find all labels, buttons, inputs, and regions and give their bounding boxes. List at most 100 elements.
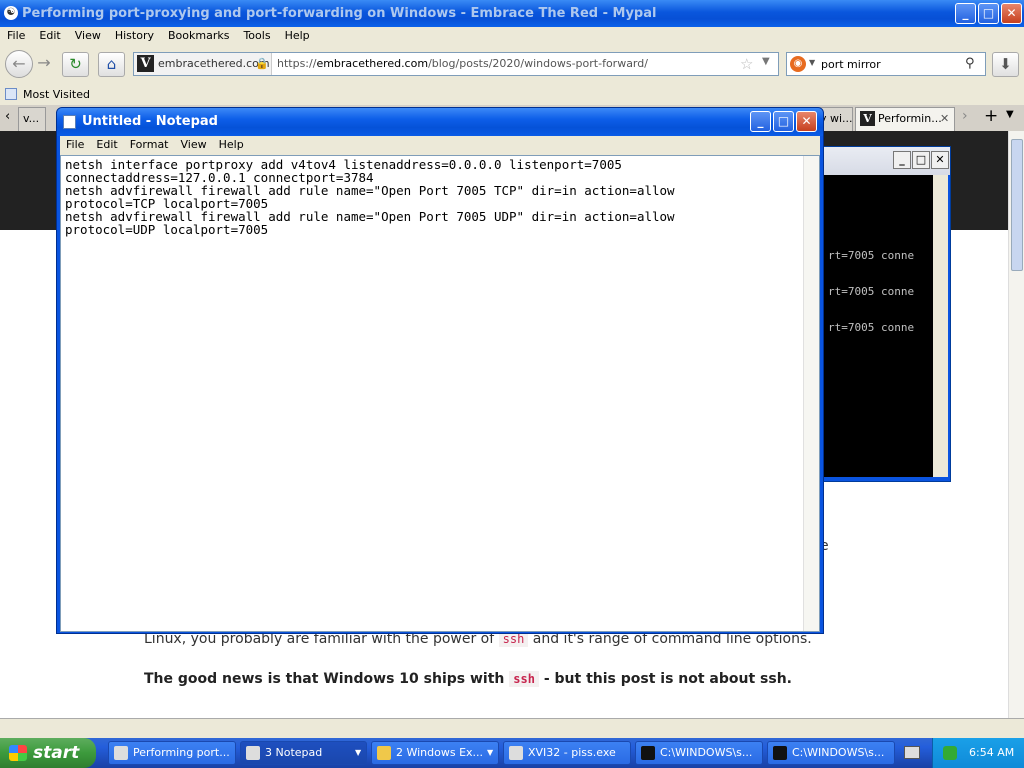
taskbar-item-cmd-1[interactable]: C:\WINDOWS\s... — [635, 741, 763, 765]
console-minimize-button[interactable]: _ — [893, 151, 911, 169]
group-dropdown-icon: ▼ — [355, 748, 362, 757]
tab-active-label: Performin... — [878, 112, 942, 125]
menu-view[interactable]: View — [68, 27, 108, 44]
site-identity-label: embracethered.com — [158, 57, 270, 70]
notepad-text-area[interactable]: netsh interface portproxy add v4tov4 lis… — [60, 155, 820, 632]
page-scroll-thumb[interactable] — [1011, 139, 1023, 271]
page-paragraph-2: The good news is that Windows 10 ships w… — [144, 671, 792, 687]
reload-icon[interactable]: ↻ — [62, 52, 89, 77]
bookmark-most-visited[interactable]: Most Visited — [23, 88, 90, 101]
clock[interactable]: 6:54 AM — [969, 746, 1014, 759]
console-output: rt=7005 conne rt=7005 conne rt=7005 conn… — [820, 175, 933, 477]
console-window[interactable]: _ □ ✕ rt=7005 conne rt=7005 conne rt=700… — [815, 146, 951, 482]
taskbar-item-label: C:\WINDOWS\s... — [660, 746, 753, 759]
menu-edit[interactable]: Edit — [32, 27, 67, 44]
cmd-task-icon — [641, 746, 655, 760]
notepad-menubar: File Edit Format View Help — [60, 136, 820, 155]
taskbar-item-label: Performing port... — [133, 746, 230, 759]
tab-scroll-right-icon[interactable]: › — [962, 108, 968, 124]
taskbar: start Performing port... 3 Notepad ▼ 2 Wi… — [0, 738, 1024, 768]
menu-help[interactable]: Help — [278, 27, 317, 44]
notepad-minimize-button[interactable]: _ — [750, 111, 771, 132]
tab-list-icon[interactable]: ▼ — [1006, 109, 1014, 120]
new-tab-icon[interactable]: + — [984, 106, 998, 126]
site-favicon-icon: V — [137, 55, 154, 72]
notepad-maximize-button[interactable]: □ — [773, 111, 794, 132]
notepad-scrollbar[interactable] — [803, 156, 819, 631]
group-dropdown-icon: ▼ — [487, 748, 494, 757]
menu-file[interactable]: File — [0, 27, 32, 44]
paragraph-2-text-end: - but this post is not about ssh. — [543, 671, 792, 687]
menu-history[interactable]: History — [108, 27, 161, 44]
console-line: rt=7005 conne — [828, 321, 915, 334]
console-scrollbar[interactable] — [933, 175, 948, 477]
most-visited-icon — [5, 88, 17, 100]
cmd-task-icon — [773, 746, 787, 760]
notepad-close-button[interactable]: ✕ — [796, 111, 817, 132]
url-path: /blog/posts/2020/windows-port-forward/ — [428, 57, 648, 70]
notepad-window[interactable]: Untitled - Notepad _ □ ✕ File Edit Format V… — [56, 107, 824, 634]
console-close-button[interactable]: ✕ — [931, 151, 949, 169]
navigation-toolbar: ← → ↻ ⌂ V embracethered.com 🔒 https://em… — [0, 46, 1024, 84]
url-dropdown-icon[interactable]: ▼ — [762, 56, 770, 67]
browser-menubar: File Edit View History Bookmarks Tools Help — [0, 27, 1024, 46]
home-icon[interactable]: ⌂ — [98, 52, 125, 77]
mypal-task-icon — [114, 746, 128, 760]
taskbar-item-label: 3 Notepad — [265, 746, 323, 759]
taskbar-item-xvi32[interactable]: XVI32 - piss.exe — [503, 741, 631, 765]
taskbar-item-notepad[interactable]: 3 Notepad ▼ — [240, 741, 367, 765]
notepad-icon — [63, 115, 76, 129]
bookmark-star-icon[interactable]: ☆ — [740, 55, 753, 73]
tab-active[interactable]: V Performin... ✕ — [855, 107, 955, 131]
system-tray: 6:54 AM — [932, 738, 1024, 768]
taskbar-item-label: 2 Windows Ex... — [396, 746, 484, 759]
back-arrow-icon[interactable]: ← — [5, 50, 33, 78]
mypal-app-icon: ☯ — [4, 6, 18, 20]
start-label: start — [33, 743, 80, 763]
notepad-menu-format[interactable]: Format — [124, 136, 175, 153]
start-button[interactable]: start — [0, 738, 96, 768]
notepad-menu-view[interactable]: View — [175, 136, 213, 153]
url-bar[interactable]: V embracethered.com 🔒 https://embracethe… — [133, 52, 779, 76]
tab-favicon-icon: V — [860, 111, 875, 126]
console-line: rt=7005 conne — [828, 285, 915, 298]
taskbar-item-explorer[interactable]: 2 Windows Ex... ▼ — [371, 741, 499, 765]
search-input[interactable] — [821, 55, 961, 73]
hex-editor-task-icon — [509, 746, 523, 760]
download-icon[interactable]: ⬇ — [992, 52, 1019, 77]
browser-maximize-button[interactable]: □ — [978, 3, 999, 24]
notepad-text-content[interactable]: netsh interface portproxy add v4tov4 lis… — [65, 158, 805, 236]
search-icon[interactable]: ⚲ — [965, 56, 975, 71]
taskbar-item-cmd-2[interactable]: C:\WINDOWS\s... — [767, 741, 895, 765]
site-identity-button[interactable]: V embracethered.com 🔒 — [134, 53, 272, 75]
search-engine-icon[interactable]: ◉ — [790, 56, 806, 72]
url-scheme: https:// — [277, 57, 317, 70]
notepad-menu-file[interactable]: File — [60, 136, 90, 153]
browser-minimize-button[interactable]: _ — [955, 3, 976, 24]
menu-bookmarks[interactable]: Bookmarks — [161, 27, 236, 44]
inline-code-ssh-2: ssh — [509, 671, 539, 687]
search-engine-dropdown-icon[interactable]: ▼ — [809, 58, 815, 67]
search-bar: ◉ ▼ ⚲ — [786, 52, 986, 76]
forward-arrow-icon[interactable]: → — [33, 50, 55, 78]
tab-scroll-left-icon[interactable]: ‹ — [5, 109, 10, 124]
console-maximize-button[interactable]: □ — [912, 151, 930, 169]
taskbar-item-label: C:\WINDOWS\s... — [792, 746, 885, 759]
tab-close-icon[interactable]: ✕ — [940, 108, 949, 130]
tab-1[interactable]: v... — [18, 107, 46, 131]
keyboard-icon[interactable] — [904, 746, 920, 759]
page-vertical-scrollbar[interactable] — [1008, 131, 1024, 718]
menu-tools[interactable]: Tools — [236, 27, 277, 44]
notepad-menu-help[interactable]: Help — [213, 136, 250, 153]
shield-icon[interactable] — [943, 746, 957, 760]
page-horizontal-scrollbar[interactable] — [0, 718, 1024, 738]
taskbar-item-browser[interactable]: Performing port... — [108, 741, 236, 765]
console-titlebar[interactable]: _ □ ✕ — [816, 147, 950, 175]
browser-close-button[interactable]: ✕ — [1001, 3, 1022, 24]
windows-logo-icon — [9, 745, 27, 761]
notepad-menu-edit[interactable]: Edit — [90, 136, 123, 153]
notepad-titlebar[interactable]: Untitled - Notepad _ □ ✕ — [57, 108, 823, 136]
bookmarks-toolbar: Most Visited — [0, 84, 1024, 105]
lock-icon: 🔒 — [255, 57, 269, 70]
url-text[interactable]: https://embracethered.com/blog/posts/202… — [277, 53, 648, 75]
